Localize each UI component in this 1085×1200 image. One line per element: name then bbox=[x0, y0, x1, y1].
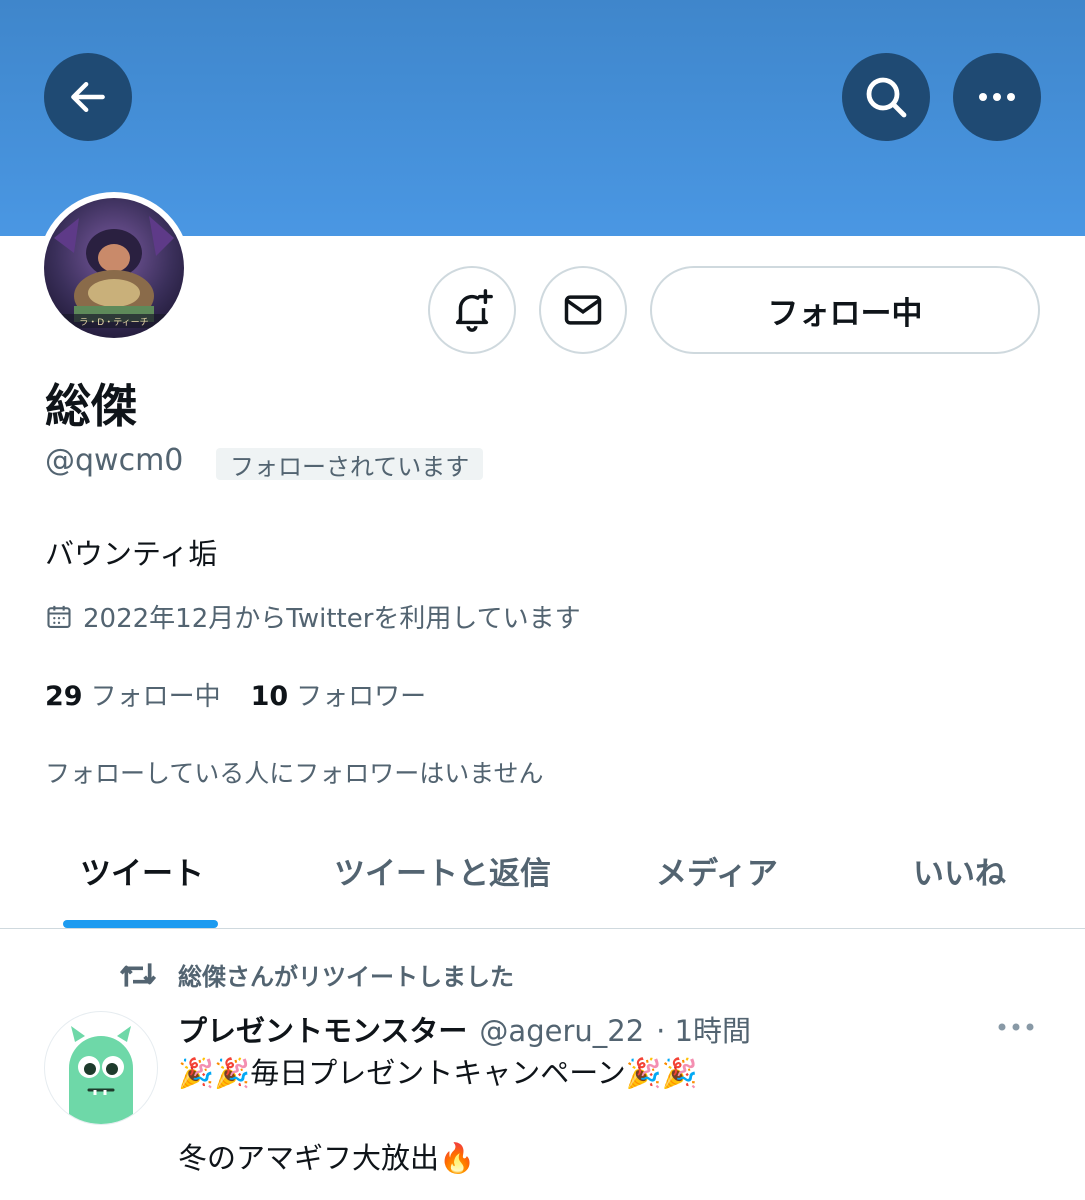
calendar-icon bbox=[47, 605, 71, 628]
avatar-art: ラ・D・ティーチ bbox=[44, 198, 184, 338]
following-count: 29 bbox=[45, 681, 83, 712]
monster-avatar-icon bbox=[69, 1026, 133, 1124]
message-button[interactable] bbox=[539, 266, 627, 354]
tweet-header: プレゼントモンスター @ageru_22 · 1時間 bbox=[178, 1008, 751, 1050]
follows-you-badge: フォローされています bbox=[216, 448, 484, 481]
search-button[interactable] bbox=[842, 53, 930, 141]
followers-count: 10 bbox=[250, 681, 289, 712]
profile-handle: @qwcm0 bbox=[45, 443, 184, 478]
tab-likes[interactable]: いいね bbox=[913, 848, 1006, 893]
tweet-text-line-2: 冬のアマギフ大放出🔥 bbox=[178, 1141, 476, 1175]
tweet-text-line-1: 🎉🎉毎日プレゼントキャンペーン🎉🎉 bbox=[178, 1056, 698, 1090]
tweet-author-name[interactable]: プレゼントモンスター bbox=[178, 1008, 467, 1050]
following-link[interactable]: 29 フォロー中 bbox=[45, 676, 221, 713]
profile-avatar[interactable]: ラ・D・ティーチ bbox=[38, 192, 190, 344]
notifications-button[interactable] bbox=[428, 266, 516, 354]
bell-plus-icon bbox=[455, 289, 493, 332]
profile-tabs: ツイート ツイートと返信 メディア いいね bbox=[0, 830, 1085, 929]
tab-tweets[interactable]: ツイート bbox=[80, 848, 204, 893]
more-horizontal-icon bbox=[998, 1023, 1034, 1031]
mutual-followers-text: フォローしている人にフォロワーはいません bbox=[45, 759, 544, 788]
retweet-text: 総傑さんがリツイートしました bbox=[178, 963, 514, 991]
envelope-icon bbox=[564, 295, 602, 325]
avatar-image: ラ・D・ティーチ bbox=[44, 198, 184, 338]
search-icon bbox=[866, 77, 907, 118]
tweet-more-button[interactable] bbox=[996, 1018, 1036, 1037]
more-horizontal-icon bbox=[979, 93, 1015, 101]
profile-name: 総傑 bbox=[45, 379, 137, 433]
followers-label: フォロワー bbox=[296, 682, 427, 712]
joined-text: 2022年12月からTwitterを利用しています bbox=[83, 604, 581, 634]
retweet-icon bbox=[119, 962, 157, 987]
tweet-time[interactable]: · 1時間 bbox=[656, 1008, 751, 1050]
avatar-caption: ラ・D・ティーチ bbox=[79, 317, 148, 328]
followers-link[interactable]: 10 フォロワー bbox=[251, 676, 427, 713]
joined-date: 2022年12月からTwitterを利用しています bbox=[45, 598, 581, 635]
following-button[interactable]: フォロー中 bbox=[650, 266, 1040, 354]
profile-bio: バウンティ垢 bbox=[45, 537, 218, 571]
follow-stats: 29 フォロー中 10 フォロワー bbox=[45, 676, 426, 713]
retweet-context: 総傑さんがリツイートしました bbox=[118, 957, 514, 992]
tweet-author-avatar[interactable] bbox=[44, 1011, 158, 1125]
following-label: フォロー中 bbox=[90, 682, 221, 712]
back-button[interactable] bbox=[44, 53, 132, 141]
tab-tweets-and-replies[interactable]: ツイートと返信 bbox=[334, 848, 551, 893]
tweet-author-handle[interactable]: @ageru_22 bbox=[479, 1014, 644, 1048]
arrow-left-icon bbox=[71, 81, 105, 113]
more-button[interactable] bbox=[953, 53, 1041, 141]
active-tab-indicator bbox=[63, 920, 218, 928]
tab-media[interactable]: メディア bbox=[656, 848, 778, 893]
